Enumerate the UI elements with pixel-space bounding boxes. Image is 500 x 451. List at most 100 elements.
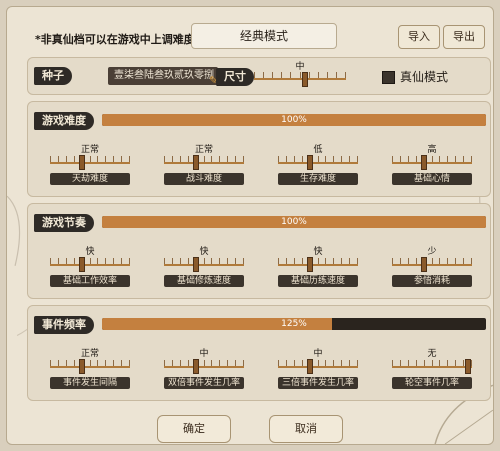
- slider-tick: [74, 258, 75, 264]
- rhythm-slider-knob-3[interactable]: [421, 257, 427, 272]
- difficulty-slider-track-3[interactable]: [392, 162, 472, 164]
- slider-tick: [439, 156, 440, 162]
- events-slider-knob-3[interactable]: [465, 359, 471, 374]
- slider-tick: [392, 360, 393, 366]
- slider-tick: [90, 258, 91, 264]
- slider-tick: [50, 258, 51, 264]
- difficulty-slider-knob-1[interactable]: [193, 155, 199, 170]
- rhythm-slider-label-0: 基础工作效率: [50, 275, 130, 287]
- slider-tick: [50, 360, 51, 366]
- slider-tick: [341, 258, 342, 264]
- slider-tick: [227, 156, 228, 162]
- slider-tick: [164, 156, 165, 162]
- slider-tick: [105, 156, 106, 162]
- slider-tick: [204, 156, 205, 162]
- difficulty-tag: 游戏难度: [34, 112, 94, 130]
- rhythm-slider-track-2[interactable]: [278, 264, 358, 266]
- slider-tick: [447, 258, 448, 264]
- slider-tick: [463, 360, 464, 366]
- slider-tick: [263, 72, 264, 78]
- slider-tick: [74, 156, 75, 162]
- events-slider-knob-0[interactable]: [79, 359, 85, 374]
- events-overall-text: 125%: [281, 319, 307, 329]
- slider-tick: [349, 360, 350, 366]
- slider-tick: [129, 156, 130, 162]
- slider-tick: [235, 156, 236, 162]
- slider-tick: [105, 258, 106, 264]
- difficulty-slider-label-3: 基础心情: [392, 173, 472, 185]
- rhythm-slider-knob-1[interactable]: [193, 257, 199, 272]
- events-slider-label-0: 事件发生间隔: [50, 377, 130, 389]
- slider-tick: [243, 258, 244, 264]
- rhythm-slider-level-2: 快: [313, 247, 323, 257]
- rhythm-slider-label-1: 基础修炼速度: [164, 275, 244, 287]
- slider-tick: [341, 156, 342, 162]
- events-slider-label-2: 三倍事件发生几率: [278, 377, 358, 389]
- difficulty-slider-track-1[interactable]: [164, 162, 244, 164]
- slider-tick: [318, 156, 319, 162]
- events-slider-knob-1[interactable]: [193, 359, 199, 374]
- slider-tick: [349, 156, 350, 162]
- cancel-button[interactable]: 取消: [269, 415, 343, 443]
- rhythm-slider-knob-0[interactable]: [79, 257, 85, 272]
- difficulty-slider-ticks-3: [392, 156, 472, 162]
- slider-tick: [439, 258, 440, 264]
- confirm-button[interactable]: 确定: [157, 415, 231, 443]
- slider-tick: [113, 258, 114, 264]
- difficulty-slider-knob-0[interactable]: [79, 155, 85, 170]
- slider-tick: [463, 156, 464, 162]
- slider-tick: [243, 156, 244, 162]
- difficulty-slider-track-0[interactable]: [50, 162, 130, 164]
- slider-tick: [309, 72, 310, 78]
- rhythm-slider-track-3[interactable]: [392, 264, 472, 266]
- slider-tick: [439, 360, 440, 366]
- events-overall-bar: 125%: [102, 318, 486, 330]
- slider-tick: [455, 258, 456, 264]
- slider-tick: [341, 360, 342, 366]
- slider-tick: [97, 360, 98, 366]
- slider-tick: [281, 72, 282, 78]
- slider-tick: [392, 156, 393, 162]
- slider-tick: [58, 258, 59, 264]
- slider-tick: [172, 156, 173, 162]
- slider-tick: [416, 360, 417, 366]
- difficulty-slider-knob-2[interactable]: [307, 155, 313, 170]
- slider-tick: [113, 360, 114, 366]
- events-slider-knob-2[interactable]: [307, 359, 313, 374]
- events-slider-track-0[interactable]: [50, 366, 130, 368]
- slider-tick: [400, 258, 401, 264]
- slider-tick: [286, 360, 287, 366]
- slider-tick: [219, 258, 220, 264]
- difficulty-slider-level-3: 高: [427, 145, 437, 155]
- slider-tick: [180, 156, 181, 162]
- export-button[interactable]: 导出: [443, 25, 485, 49]
- import-button[interactable]: 导入: [398, 25, 440, 49]
- slider-tick: [97, 258, 98, 264]
- slider-tick: [235, 360, 236, 366]
- difficulty-slider-level-0: 正常: [80, 145, 99, 155]
- difficulty-slider-label-1: 战斗难度: [164, 173, 244, 185]
- seed-input[interactable]: 壹柒叁陆叁玖贰玖零捌: [108, 67, 218, 85]
- difficulty-slider-track-2[interactable]: [278, 162, 358, 164]
- difficulty-slider-knob-3[interactable]: [421, 155, 427, 170]
- events-slider-track-2[interactable]: [278, 366, 358, 368]
- rhythm-slider-knob-2[interactable]: [307, 257, 313, 272]
- slider-tick: [105, 360, 106, 366]
- size-slider-knob[interactable]: [302, 72, 308, 87]
- slider-tick: [408, 156, 409, 162]
- slider-tick: [278, 360, 279, 366]
- slider-tick: [180, 360, 181, 366]
- events-slider-track-3[interactable]: [392, 366, 472, 368]
- slider-tick: [235, 258, 236, 264]
- slider-tick: [325, 156, 326, 162]
- slider-tick: [302, 360, 303, 366]
- rhythm-slider-track-1[interactable]: [164, 264, 244, 266]
- size-slider-track[interactable]: [254, 78, 346, 80]
- mode-selector[interactable]: 经典模式: [191, 23, 337, 49]
- truemode-checkbox[interactable]: [382, 71, 395, 84]
- rhythm-slider-track-0[interactable]: [50, 264, 130, 266]
- slider-tick: [400, 360, 401, 366]
- rhythm-overall-bar: 100%: [102, 216, 486, 228]
- rhythm-slider-ticks-3: [392, 258, 472, 264]
- events-slider-track-1[interactable]: [164, 366, 244, 368]
